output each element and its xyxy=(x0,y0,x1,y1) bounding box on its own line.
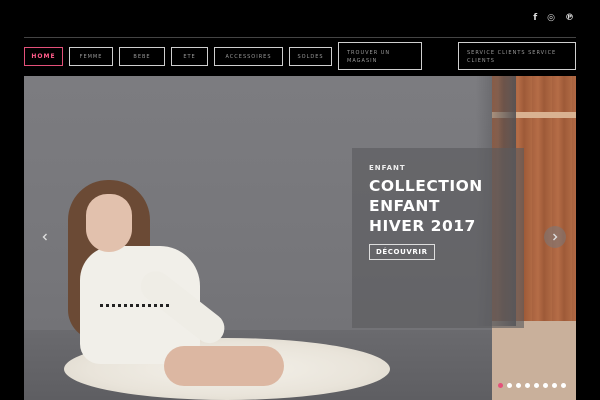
hero-title-line: HIVER 2017 xyxy=(369,217,476,235)
child-face xyxy=(86,194,132,252)
child-legs xyxy=(164,346,284,386)
slider-dot[interactable] xyxy=(534,383,539,388)
header-divider xyxy=(24,37,576,38)
hero-title: COLLECTION ENFANT HIVER 2017 xyxy=(369,176,507,236)
main-navigation: HOME FEMME BEBE ETE ACCESSOIRES SOLDES T… xyxy=(24,42,576,72)
slider-pagination xyxy=(498,383,566,388)
nav-item-home[interactable]: HOME xyxy=(24,47,63,66)
prev-slide-button[interactable] xyxy=(34,226,56,248)
hero-caption: ENFANT COLLECTION ENFANT HIVER 2017 DÉCO… xyxy=(352,148,524,328)
slider-dot[interactable] xyxy=(561,383,566,388)
slider-dot[interactable] xyxy=(525,383,530,388)
social-links: f ◎ ℗ xyxy=(533,13,574,23)
hero-title-line: ENFANT xyxy=(369,197,440,215)
nav-item-bebe[interactable]: BEBE xyxy=(119,47,165,66)
slider-dot[interactable] xyxy=(507,383,512,388)
nav-item-customer-service[interactable]: SERVICE CLIENTS SERVICE CLIENTS xyxy=(458,42,576,70)
chevron-right-icon xyxy=(553,233,558,241)
slider-dot[interactable] xyxy=(552,383,557,388)
nav-item-accessoires[interactable]: ACCESSOIRES xyxy=(214,47,283,66)
hero-title-line: COLLECTION xyxy=(369,177,483,195)
hero-kicker: ENFANT xyxy=(369,164,406,172)
nav-item-store-locator[interactable]: TROUVER UN MAGASIN xyxy=(338,42,422,70)
instagram-icon[interactable]: ◎ xyxy=(547,13,555,23)
slider-dot[interactable] xyxy=(498,383,503,388)
nav-item-soldes[interactable]: SOLDES xyxy=(289,47,332,66)
slider-dot[interactable] xyxy=(543,383,548,388)
hero-slider: ENFANT COLLECTION ENFANT HIVER 2017 DÉCO… xyxy=(24,76,576,400)
slider-dot[interactable] xyxy=(516,383,521,388)
nav-item-ete[interactable]: ETE xyxy=(171,47,208,66)
chevron-left-icon xyxy=(42,233,47,241)
next-slide-button[interactable] xyxy=(544,226,566,248)
nav-item-femme[interactable]: FEMME xyxy=(69,47,113,66)
pinterest-icon[interactable]: ℗ xyxy=(565,13,574,23)
facebook-icon[interactable]: f xyxy=(533,13,537,23)
discover-button[interactable]: DÉCOUVRIR xyxy=(369,244,435,260)
wood-floor xyxy=(492,321,576,400)
dress-trim xyxy=(100,304,170,307)
